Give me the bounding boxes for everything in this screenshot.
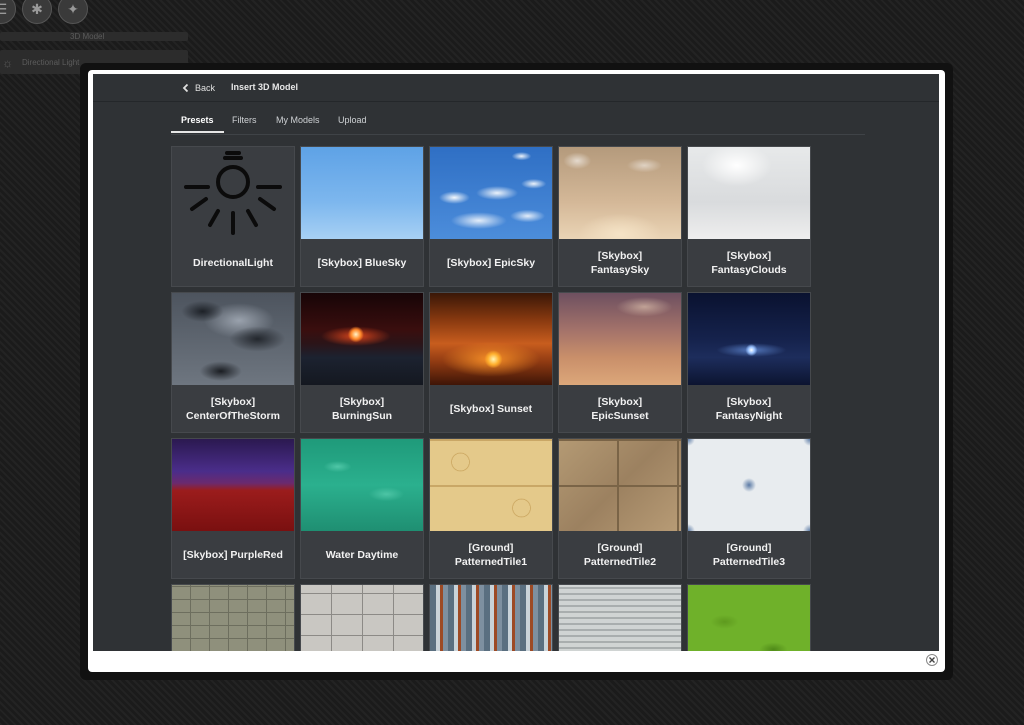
- presets-grid: DirectionalLight [Skybox] BlueSky [Skybo…: [171, 146, 811, 651]
- preset-card-purplered[interactable]: [Skybox] PurpleRed: [171, 438, 295, 579]
- preset-label: [Skybox] Sunset: [449, 402, 533, 415]
- preset-card-ground-corrugated[interactable]: [558, 584, 682, 651]
- preset-label: [Skybox] EpicSky: [446, 256, 536, 269]
- preset-card-ground-grass[interactable]: [687, 584, 811, 651]
- dialog-title: Insert 3D Model: [231, 82, 299, 92]
- preset-label: [Skybox] EpicSunset: [591, 395, 649, 422]
- preset-card-ground-rusted-metal[interactable]: [429, 584, 553, 651]
- preset-thumbnail: [430, 293, 552, 385]
- preset-thumbnail: [688, 439, 810, 531]
- preset-thumbnail: [301, 439, 423, 531]
- preset-card-ground-pavers[interactable]: [300, 584, 424, 651]
- menu-icon: ☰: [0, 0, 16, 24]
- preset-thumbnail: [559, 147, 681, 239]
- tab-bar: Presets Filters My Models Upload: [171, 113, 865, 135]
- tools-icon: ✱: [22, 0, 52, 24]
- preset-label: [Skybox] PurpleRed: [183, 548, 283, 561]
- background-list-label: Directional Light: [22, 58, 80, 67]
- chevron-left-icon: [182, 83, 189, 93]
- tab-upload[interactable]: Upload: [328, 113, 377, 133]
- preset-thumbnail: [430, 439, 552, 531]
- background-bar: 3D Model: [0, 32, 188, 41]
- preset-thumbnail: [172, 585, 294, 651]
- preset-label: [Skybox] CenterOfTheStorm: [186, 395, 280, 422]
- preset-card-bluesky[interactable]: [Skybox] BlueSky: [300, 146, 424, 287]
- preset-card-water-daytime[interactable]: Water Daytime: [300, 438, 424, 579]
- preset-card-directional-light[interactable]: DirectionalLight: [171, 146, 295, 287]
- preset-thumbnail: [301, 585, 423, 651]
- preset-label: Water Daytime: [325, 548, 399, 561]
- preset-thumbnail: [688, 585, 810, 651]
- background-bar-label: 3D Model: [70, 32, 105, 41]
- preset-thumbnail: [172, 439, 294, 531]
- preset-card-patternedtile3[interactable]: [Ground] PatternedTile3: [687, 438, 811, 579]
- preset-label: [Skybox] FantasyNight: [715, 395, 783, 422]
- preset-card-fantasynight[interactable]: [Skybox] FantasyNight: [687, 292, 811, 433]
- preset-label: [Skybox] FantasySky: [590, 249, 650, 276]
- preset-thumbnail: [688, 147, 810, 239]
- dialog-header: Back Insert 3D Model: [93, 74, 939, 102]
- preset-card-epicsunset[interactable]: [Skybox] EpicSunset: [558, 292, 682, 433]
- tab-presets[interactable]: Presets: [171, 113, 224, 133]
- preset-label: [Skybox] BurningSun: [331, 395, 393, 422]
- sun-icon: ☼: [2, 56, 13, 70]
- preset-label: [Ground] PatternedTile1: [454, 541, 528, 568]
- preset-thumbnail: [301, 147, 423, 239]
- preset-thumbnail: [688, 293, 810, 385]
- preset-card-centerofthestorm[interactable]: [Skybox] CenterOfTheStorm: [171, 292, 295, 433]
- close-icon: [929, 657, 935, 663]
- lightbulb-icon: [172, 147, 294, 239]
- preset-label: [Ground] PatternedTile2: [583, 541, 657, 568]
- preset-card-ground-cobblestone[interactable]: [171, 584, 295, 651]
- preset-thumbnail: [559, 585, 681, 651]
- preset-card-epicsky[interactable]: [Skybox] EpicSky: [429, 146, 553, 287]
- insert-model-dialog: Back Insert 3D Model Presets Filters My …: [88, 70, 945, 672]
- preset-card-sunset[interactable]: [Skybox] Sunset: [429, 292, 553, 433]
- tab-my-models[interactable]: My Models: [266, 113, 330, 133]
- preset-thumbnail: [172, 293, 294, 385]
- preset-label: [Skybox] FantasyClouds: [711, 249, 787, 276]
- preset-card-fantasysky[interactable]: [Skybox] FantasySky: [558, 146, 682, 287]
- preset-card-patternedtile2[interactable]: [Ground] PatternedTile2: [558, 438, 682, 579]
- preset-card-burningsun[interactable]: [Skybox] BurningSun: [300, 292, 424, 433]
- preset-label: DirectionalLight: [193, 256, 273, 269]
- flame-icon: ✦: [58, 0, 88, 24]
- preset-card-fantasyclouds[interactable]: [Skybox] FantasyClouds: [687, 146, 811, 287]
- preset-thumbnail: [430, 585, 552, 651]
- preset-label: [Ground] PatternedTile3: [712, 541, 786, 568]
- preset-label: [Skybox] BlueSky: [317, 256, 407, 269]
- preset-thumbnail: [430, 147, 552, 239]
- back-label: Back: [195, 83, 216, 93]
- close-button[interactable]: [926, 654, 938, 666]
- tab-filters[interactable]: Filters: [222, 113, 267, 133]
- back-button[interactable]: Back: [180, 80, 215, 96]
- dialog-content: Back Insert 3D Model Presets Filters My …: [93, 74, 939, 651]
- preset-thumbnail: [301, 293, 423, 385]
- preset-card-patternedtile1[interactable]: [Ground] PatternedTile1: [429, 438, 553, 579]
- preset-thumbnail: [559, 439, 681, 531]
- preset-thumbnail: [559, 293, 681, 385]
